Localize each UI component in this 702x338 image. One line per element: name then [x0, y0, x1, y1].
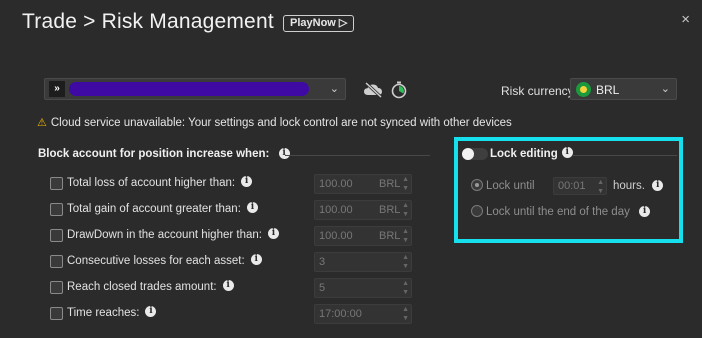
- warning-text: Cloud service unavailable: Your settings…: [50, 117, 512, 129]
- rule-value: 3: [319, 256, 326, 268]
- spinner-arrows-icon[interactable]: ▲ ▼: [402, 227, 409, 245]
- rule-row-time-reaches: Time reaches: i 17:00:00 ▲ ▼: [50, 304, 420, 324]
- rule-value-input[interactable]: 3 ▲ ▼: [314, 252, 412, 272]
- risk-currency-select[interactable]: BRL ⌄: [570, 78, 677, 100]
- spinner-arrows-icon[interactable]: ▲ ▼: [597, 178, 604, 196]
- lock-until-radio[interactable]: [471, 179, 483, 191]
- info-icon[interactable]: i: [278, 148, 290, 160]
- block-section-title-text: Block account for position increase when…: [38, 148, 270, 160]
- rule-value: 100.00: [319, 204, 353, 216]
- rule-value: 5: [319, 282, 326, 294]
- rule-label: DrawDown in the account higher than: i: [67, 228, 279, 241]
- lock-until-label: Lock until: [486, 180, 535, 192]
- hours-label-text: hours.: [613, 180, 645, 192]
- chevron-down-icon: ⌄: [660, 83, 670, 95]
- checkbox[interactable]: [50, 177, 63, 190]
- warning-icon: ⚠: [37, 117, 47, 129]
- risk-currency-value: BRL: [596, 83, 620, 97]
- rule-row-total-gain: Total gain of account greater than: i 100…: [50, 200, 420, 220]
- risk-currency-label: Risk currency: [501, 84, 574, 98]
- hours-label: hours. i: [613, 180, 664, 192]
- lock-end-of-day-text: Lock until the end of the day: [486, 206, 630, 218]
- rule-value: 17:00:00: [319, 308, 362, 320]
- info-icon[interactable]: i: [241, 176, 253, 188]
- rule-row-consecutive-losses: Consecutive losses for each asset: i 3 ▲ ▼: [50, 252, 420, 272]
- lock-editing-toggle[interactable]: [462, 148, 488, 160]
- account-name-redacted: [69, 82, 309, 96]
- rule-label: Total loss of account higher than: i: [67, 176, 253, 189]
- close-icon[interactable]: ×: [681, 11, 690, 28]
- playnow-button[interactable]: PlayNow ▷: [283, 15, 355, 32]
- cloud-warning: ⚠ Cloud service unavailable: Your setting…: [37, 116, 512, 129]
- brazil-flag-icon: [576, 82, 591, 97]
- rule-unit: BRL: [379, 178, 401, 190]
- lock-until-time-input[interactable]: 00:01 ▲ ▼: [553, 177, 607, 195]
- rule-row-drawdown: DrawDown in the account higher than: i 10…: [50, 226, 420, 246]
- rule-label-text: DrawDown in the account higher than:: [67, 229, 262, 241]
- info-icon[interactable]: i: [639, 206, 651, 218]
- page-title: Trade > Risk Management: [22, 10, 274, 33]
- section-divider: [573, 155, 677, 156]
- rule-label-text: Time reaches:: [67, 307, 140, 319]
- lock-editing-title: Lock editing i: [490, 147, 573, 160]
- block-section-title: Block account for position increase when…: [38, 148, 290, 160]
- rule-label: Consecutive losses for each asset: i: [67, 254, 262, 267]
- spinner-arrows-icon[interactable]: ▲ ▼: [402, 305, 409, 323]
- rule-row-closed-trades: Reach closed trades amount: i 5 ▲ ▼: [50, 278, 420, 298]
- checkbox[interactable]: [50, 255, 63, 268]
- checkbox[interactable]: [50, 281, 63, 294]
- lock-end-of-day-label: Lock until the end of the day i: [486, 206, 651, 218]
- rule-label: Time reaches: i: [67, 306, 157, 319]
- spinner-arrows-icon[interactable]: ▲ ▼: [402, 201, 409, 219]
- rule-label-text: Total loss of account higher than:: [67, 177, 236, 189]
- info-icon[interactable]: i: [250, 254, 262, 266]
- rule-value: 100.00: [319, 230, 353, 242]
- rule-value: 100.00: [319, 178, 353, 190]
- section-divider: [285, 155, 430, 156]
- spinner-arrows-icon[interactable]: ▲ ▼: [402, 279, 409, 297]
- spinner-arrows-icon[interactable]: ▲ ▼: [402, 253, 409, 271]
- info-icon[interactable]: i: [652, 180, 664, 192]
- info-icon[interactable]: i: [145, 306, 157, 318]
- info-icon[interactable]: i: [222, 280, 234, 292]
- info-icon[interactable]: i: [267, 228, 279, 240]
- rule-label-text: Reach closed trades amount:: [67, 281, 217, 293]
- timer-icon[interactable]: [391, 81, 407, 99]
- lock-end-of-day-radio[interactable]: [471, 205, 483, 217]
- rule-value-input[interactable]: 100.00 BRL ▲ ▼: [314, 226, 412, 246]
- chevron-down-icon: ⌄: [329, 83, 339, 95]
- rule-value-input[interactable]: 5 ▲ ▼: [314, 278, 412, 298]
- rule-label-text: Consecutive losses for each asset:: [67, 255, 245, 267]
- rule-value-input[interactable]: 17:00:00 ▲ ▼: [314, 304, 412, 324]
- account-select[interactable]: » ⌄: [44, 78, 346, 100]
- rule-label: Total gain of account greater than: i: [67, 202, 258, 215]
- lock-until-time-value: 00:01: [558, 180, 586, 192]
- rule-label: Reach closed trades amount: i: [67, 280, 234, 293]
- rule-value-input[interactable]: 100.00 BRL ▲ ▼: [314, 174, 412, 194]
- rule-row-total-loss: Total loss of account higher than: i 100.…: [50, 174, 420, 194]
- checkbox[interactable]: [50, 203, 63, 216]
- rule-unit: BRL: [379, 204, 401, 216]
- rule-value-input[interactable]: 100.00 BRL ▲ ▼: [314, 200, 412, 220]
- info-icon[interactable]: i: [561, 147, 573, 159]
- broker-logo-icon: »: [49, 81, 65, 97]
- cloud-off-icon[interactable]: [363, 82, 383, 98]
- rule-label-text: Total gain of account greater than:: [67, 203, 241, 215]
- rule-unit: BRL: [379, 230, 401, 242]
- info-icon[interactable]: i: [246, 202, 258, 214]
- spinner-arrows-icon[interactable]: ▲ ▼: [402, 175, 409, 193]
- checkbox[interactable]: [50, 307, 63, 320]
- checkbox[interactable]: [50, 229, 63, 242]
- lock-editing-title-text: Lock editing: [490, 148, 558, 160]
